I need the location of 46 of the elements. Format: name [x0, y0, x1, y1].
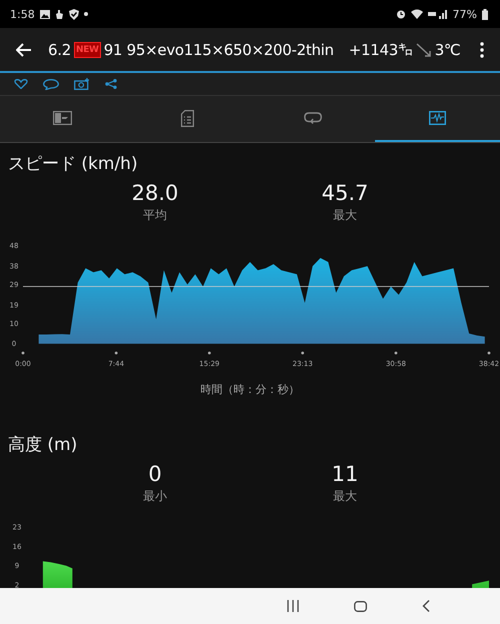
add-photo-icon[interactable]: [74, 78, 90, 90]
wifi-icon: [410, 9, 423, 19]
tick-dot: [114, 352, 118, 354]
temperature-text: 3℃: [434, 40, 460, 58]
tick-dot: [301, 352, 304, 354]
x-axis-label: 時間（時：分：秒）: [200, 382, 300, 397]
heart-icon[interactable]: [14, 79, 28, 89]
tick-dot: [488, 352, 490, 354]
more-icon: [480, 42, 484, 58]
stat-label: 平均: [143, 207, 167, 224]
chart-icon: [429, 111, 446, 125]
document-icon: [181, 110, 194, 126]
stat-label: 最小: [143, 488, 167, 505]
dot-icon: [84, 12, 88, 16]
stat-value: 45.7: [322, 181, 368, 205]
calories-text: +1143㌔: [348, 40, 413, 58]
stat-value: 11: [332, 462, 358, 486]
activity-title: 6.2: [48, 40, 71, 58]
down-arrow-icon: [416, 42, 432, 56]
battery-percent: 77%: [452, 8, 477, 20]
status-time: 1:58: [10, 8, 35, 20]
back-icon[interactable]: [422, 600, 430, 612]
battery-icon: [482, 8, 488, 20]
tick-dot: [22, 352, 24, 354]
hand-icon: [54, 9, 64, 19]
section-title: スピード (km/h): [8, 153, 139, 175]
comment-icon[interactable]: [43, 78, 59, 90]
home-icon[interactable]: [354, 600, 367, 612]
stat-label: 最大: [333, 207, 357, 224]
image-icon: [53, 111, 72, 125]
activity-name: 91 95×evo115×650×200-2thin: [104, 40, 334, 58]
signal-icon: [428, 9, 448, 19]
tick-dot: [394, 352, 398, 354]
stat-value: 0: [148, 462, 162, 486]
new-badge: NEW: [74, 42, 101, 58]
share-icon[interactable]: [105, 79, 117, 89]
gallery-icon: [40, 10, 50, 18]
stat-value: 28.0: [132, 181, 178, 205]
back-arrow-icon: [16, 42, 32, 56]
stat-label: 最大: [333, 488, 357, 505]
section-title: 高度 (m): [8, 434, 78, 456]
alarm-icon: [396, 9, 406, 19]
loop-icon: [304, 112, 322, 124]
tick-dot: [208, 352, 211, 354]
recent-apps-icon[interactable]: [287, 600, 299, 612]
shield-icon: [68, 8, 79, 20]
